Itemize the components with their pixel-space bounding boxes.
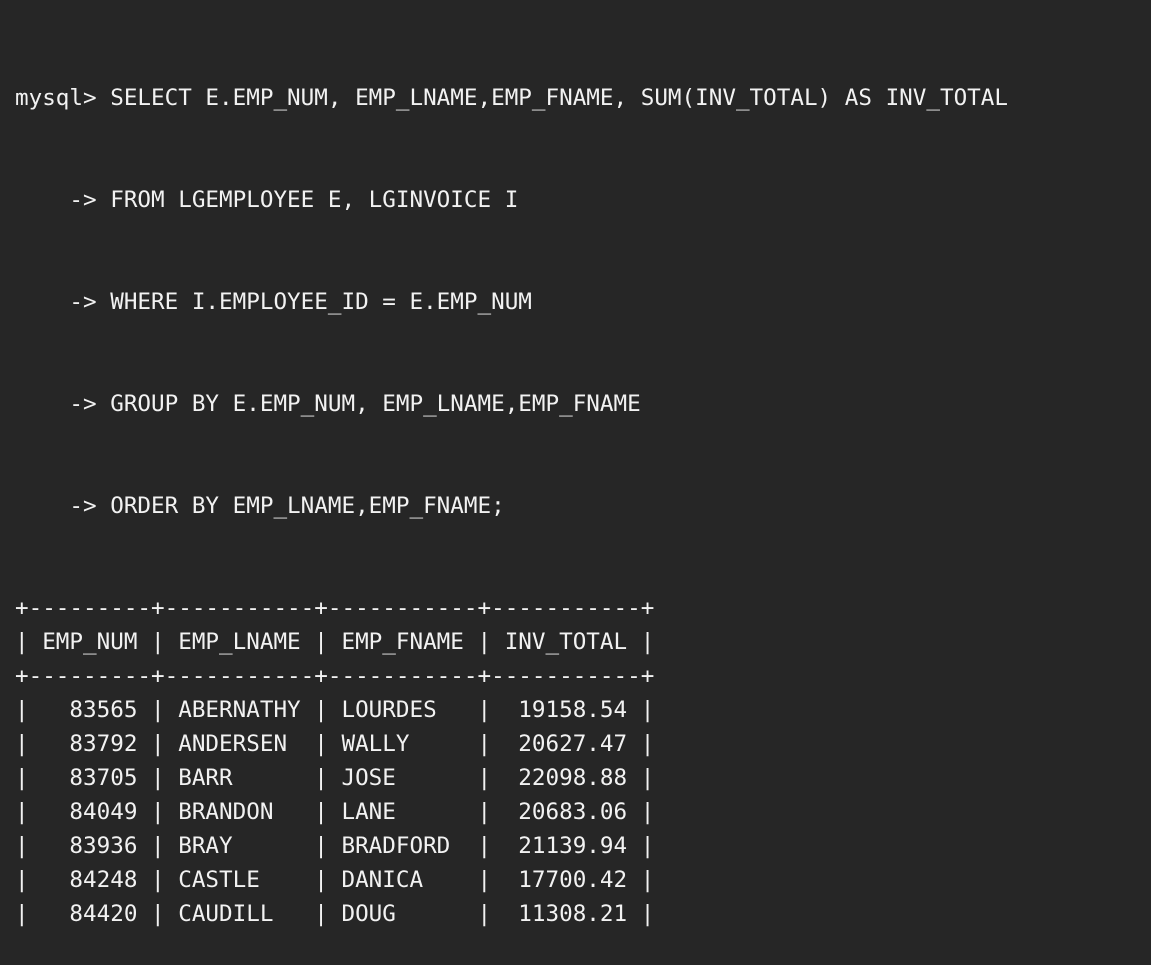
continuation-prompt: ->: [15, 289, 111, 315]
query-text-2: FROM LGEMPLOYEE E, LGINVOICE I: [110, 187, 519, 213]
table-row: | 83705 | BARR | JOSE | 22098.88 |: [15, 765, 655, 791]
continuation-prompt: ->: [15, 187, 111, 213]
query-line-4: -> GROUP BY E.EMP_NUM, EMP_LNAME,EMP_FNA…: [15, 387, 1145, 421]
table-row: | 83565 | ABERNATHY | LOURDES | 19158.54…: [15, 697, 655, 723]
result-table: +---------+-----------+-----------+-----…: [15, 591, 1145, 931]
query-text-5: ORDER BY EMP_LNAME,EMP_FNAME;: [110, 493, 505, 519]
table-header-row: | EMP_NUM | EMP_LNAME | EMP_FNAME | INV_…: [15, 629, 655, 655]
query-line-1: mysql> SELECT E.EMP_NUM, EMP_LNAME,EMP_F…: [15, 81, 1145, 115]
table-border: +---------+-----------+-----------+-----…: [15, 595, 655, 621]
terminal-output: mysql> SELECT E.EMP_NUM, EMP_LNAME,EMP_F…: [15, 13, 1145, 965]
query-text-3: WHERE I.EMPLOYEE_ID = E.EMP_NUM: [110, 289, 532, 315]
mysql-prompt: mysql>: [15, 85, 111, 111]
query-line-3: -> WHERE I.EMPLOYEE_ID = E.EMP_NUM: [15, 285, 1145, 319]
table-row: | 83792 | ANDERSEN | WALLY | 20627.47 |: [15, 731, 655, 757]
continuation-prompt: ->: [15, 391, 111, 417]
query-line-2: -> FROM LGEMPLOYEE E, LGINVOICE I: [15, 183, 1145, 217]
query-text-1: SELECT E.EMP_NUM, EMP_LNAME,EMP_FNAME, S…: [110, 85, 1008, 111]
query-text-4: GROUP BY E.EMP_NUM, EMP_LNAME,EMP_FNAME: [110, 391, 641, 417]
table-row: | 84248 | CASTLE | DANICA | 17700.42 |: [15, 867, 655, 893]
table-row: | 84049 | BRANDON | LANE | 20683.06 |: [15, 799, 655, 825]
query-line-5: -> ORDER BY EMP_LNAME,EMP_FNAME;: [15, 489, 1145, 523]
table-border: +---------+-----------+-----------+-----…: [15, 663, 655, 689]
table-row: | 84420 | CAUDILL | DOUG | 11308.21 |: [15, 901, 655, 927]
table-row: | 83936 | BRAY | BRADFORD | 21139.94 |: [15, 833, 655, 859]
continuation-prompt: ->: [15, 493, 111, 519]
